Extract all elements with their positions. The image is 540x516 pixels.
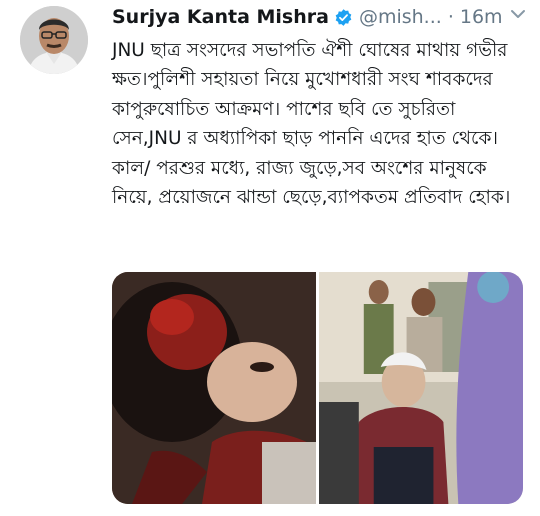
photo-injured-professor[interactable]	[319, 272, 523, 504]
tweet[interactable]: Surjya Kanta Mishra @mish... · 16m JNU ছ…	[0, 0, 540, 516]
author-handle[interactable]: @mish...	[359, 6, 442, 28]
timestamp[interactable]: 16m	[460, 6, 503, 28]
separator-dot: ·	[447, 6, 454, 28]
avatar[interactable]	[20, 6, 88, 74]
tweet-header: Surjya Kanta Mishra @mish... · 16m	[112, 2, 532, 32]
verified-badge-icon	[335, 8, 352, 26]
tweet-text: JNU ছাত্র সংসদের সভাপতি ঐশী ঘোষের মাথায়…	[112, 40, 514, 209]
chevron-down-icon[interactable]	[508, 4, 528, 24]
media-grid	[112, 272, 523, 504]
author-name[interactable]: Surjya Kanta Mishra	[112, 6, 329, 28]
photo-injured-student[interactable]	[112, 272, 316, 504]
